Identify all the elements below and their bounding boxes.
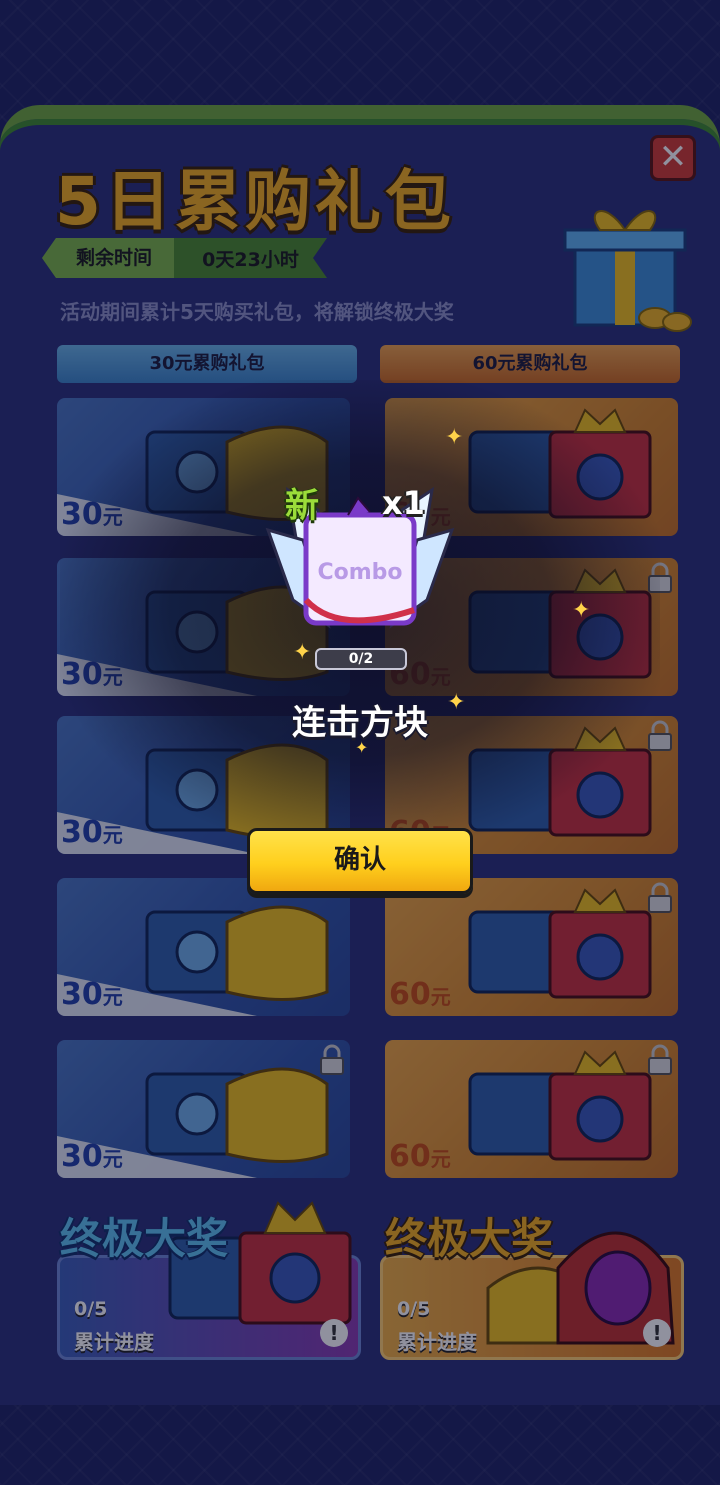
confirm-button[interactable]: 确认	[247, 828, 473, 894]
reward-progress: 0/2	[315, 648, 407, 670]
item-logo: Combo	[317, 560, 403, 585]
reward-item-name: 连击方块	[292, 703, 428, 743]
sparkle-icon: ✦	[293, 640, 312, 665]
sparkle-icon: ✦	[447, 690, 466, 715]
quantity-tag: x1	[382, 484, 425, 522]
sparkle-icon: ✦	[355, 738, 369, 757]
sparkle-icon: ✦	[445, 425, 464, 450]
sparkle-icon: ✦	[572, 598, 591, 623]
new-tag: 新	[285, 486, 319, 526]
